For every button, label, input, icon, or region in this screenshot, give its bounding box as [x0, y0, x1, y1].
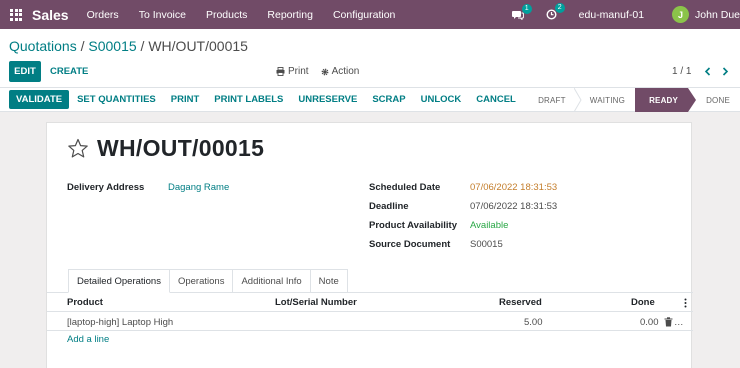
- stage-draft: DRAFT: [524, 88, 582, 112]
- edit-button[interactable]: EDIT: [9, 61, 41, 82]
- source-document-label: Source Document: [369, 239, 451, 250]
- stage-done: DONE: [688, 88, 740, 112]
- menu-to-invoice[interactable]: To Invoice: [139, 9, 186, 21]
- print-labels-button[interactable]: PRINT LABELS: [214, 94, 283, 105]
- gear-icon: [321, 68, 328, 75]
- chevron-left-icon[interactable]: [704, 67, 711, 76]
- scheduled-date-label: Scheduled Date: [369, 182, 441, 193]
- delivery-address-label: Delivery Address: [67, 182, 145, 193]
- deadline-value: 07/06/2022 18:31:53: [470, 201, 558, 212]
- record-title: WH/OUT/00015: [97, 135, 265, 161]
- column-header-lot[interactable]: Lot/Serial Number: [275, 297, 357, 308]
- tab-operations[interactable]: Operations: [169, 269, 234, 293]
- tab-note[interactable]: Note: [310, 269, 348, 293]
- notebook-tabs: Detailed Operations Operations Additiona…: [68, 269, 348, 293]
- column-header-reserved[interactable]: Reserved: [499, 297, 542, 308]
- product-availability-value: Available: [470, 220, 509, 231]
- breadcrumb-current: WH/OUT/00015: [148, 38, 248, 54]
- activities-button[interactable]: 2: [546, 3, 565, 20]
- tab-detailed-operations[interactable]: Detailed Operations: [68, 269, 170, 293]
- top-navbar: Sales Orders To Invoice Products Reporti…: [0, 0, 740, 29]
- optional-columns-icon[interactable]: [684, 298, 687, 308]
- scrap-button[interactable]: SCRAP: [372, 94, 405, 105]
- breadcrumb-separator: /: [76, 38, 89, 54]
- validate-button[interactable]: VALIDATE: [9, 90, 70, 109]
- deadline-label: Deadline: [369, 201, 409, 212]
- unreserve-button[interactable]: UNRESERVE: [298, 94, 357, 105]
- control-panel: Quotations / S00015 / WH/OUT/00015 EDIT …: [0, 29, 740, 88]
- table-header-divider: [47, 311, 693, 312]
- main-menu: Orders To Invoice Products Reporting Con…: [87, 9, 416, 21]
- action-dropdown[interactable]: Action: [321, 66, 360, 77]
- create-button[interactable]: CREATE: [50, 61, 88, 82]
- unlock-button[interactable]: UNLOCK: [421, 94, 462, 105]
- product-availability-label: Product Availability: [369, 220, 457, 231]
- stage-label: WAITING: [589, 95, 626, 105]
- add-line-link[interactable]: Add a line: [67, 334, 109, 345]
- menu-configuration[interactable]: Configuration: [333, 9, 395, 21]
- apps-menu-icon[interactable]: [0, 0, 32, 29]
- breadcrumb-quotations[interactable]: Quotations: [9, 38, 77, 54]
- set-quantities-button[interactable]: SET QUANTITIES: [77, 94, 156, 105]
- pager-value[interactable]: 1 / 1: [672, 61, 691, 82]
- breadcrumb-sale-order[interactable]: S00015: [88, 38, 136, 54]
- column-header-done[interactable]: Done: [631, 297, 655, 308]
- stage-indicator: DRAFT WAITING READY DONE: [524, 88, 740, 112]
- app-name[interactable]: Sales: [32, 7, 69, 23]
- source-document-value: S00015: [470, 239, 503, 250]
- messages-count-badge: 1: [521, 3, 532, 14]
- column-header-product[interactable]: Product: [67, 297, 103, 308]
- scheduled-date-value: 07/06/2022 18:31:53: [470, 182, 558, 193]
- messaging-button[interactable]: 1: [511, 3, 532, 20]
- row-reserved: 5.00: [524, 317, 543, 328]
- menu-orders[interactable]: Orders: [87, 9, 119, 21]
- stage-label: DRAFT: [538, 95, 566, 105]
- stage-waiting: WAITING: [576, 88, 635, 112]
- menu-reporting[interactable]: Reporting: [267, 9, 313, 21]
- avatar[interactable]: J: [672, 6, 690, 23]
- activities-count-badge: 2: [554, 3, 565, 13]
- row-done[interactable]: 0.00: [640, 317, 659, 328]
- print-dropdown[interactable]: Print: [276, 66, 309, 77]
- menu-products[interactable]: Products: [206, 9, 247, 21]
- action-label: Action: [331, 66, 360, 77]
- print-label: Print: [288, 66, 309, 77]
- row-more-indicator: …: [674, 317, 684, 328]
- company-switcher[interactable]: edu-manuf-01: [579, 9, 644, 21]
- stage-label: READY: [649, 95, 679, 105]
- delivery-address-link[interactable]: Dagang Rame: [168, 182, 229, 193]
- star-icon[interactable]: [67, 138, 89, 159]
- form-sheet: WH/OUT/00015 Delivery Address Dagang Ram…: [46, 122, 693, 368]
- table-row-divider: [47, 330, 693, 331]
- user-menu[interactable]: John Due: [695, 9, 740, 21]
- form-statusbar: VALIDATE SET QUANTITIES PRINT PRINT LABE…: [0, 88, 740, 112]
- cancel-button[interactable]: CANCEL: [476, 94, 516, 105]
- print-button[interactable]: PRINT: [171, 94, 200, 105]
- stage-label: DONE: [706, 95, 730, 105]
- tab-additional-info[interactable]: Additional Info: [233, 269, 311, 293]
- stage-ready: READY: [635, 88, 697, 112]
- trash-icon[interactable]: [664, 317, 673, 327]
- chevron-right-icon[interactable]: [722, 67, 729, 76]
- breadcrumb: Quotations / S00015 / WH/OUT/00015: [9, 38, 248, 54]
- breadcrumb-separator: /: [136, 38, 149, 54]
- print-icon: [276, 67, 285, 76]
- row-product[interactable]: [laptop-high] Laptop High: [67, 317, 173, 328]
